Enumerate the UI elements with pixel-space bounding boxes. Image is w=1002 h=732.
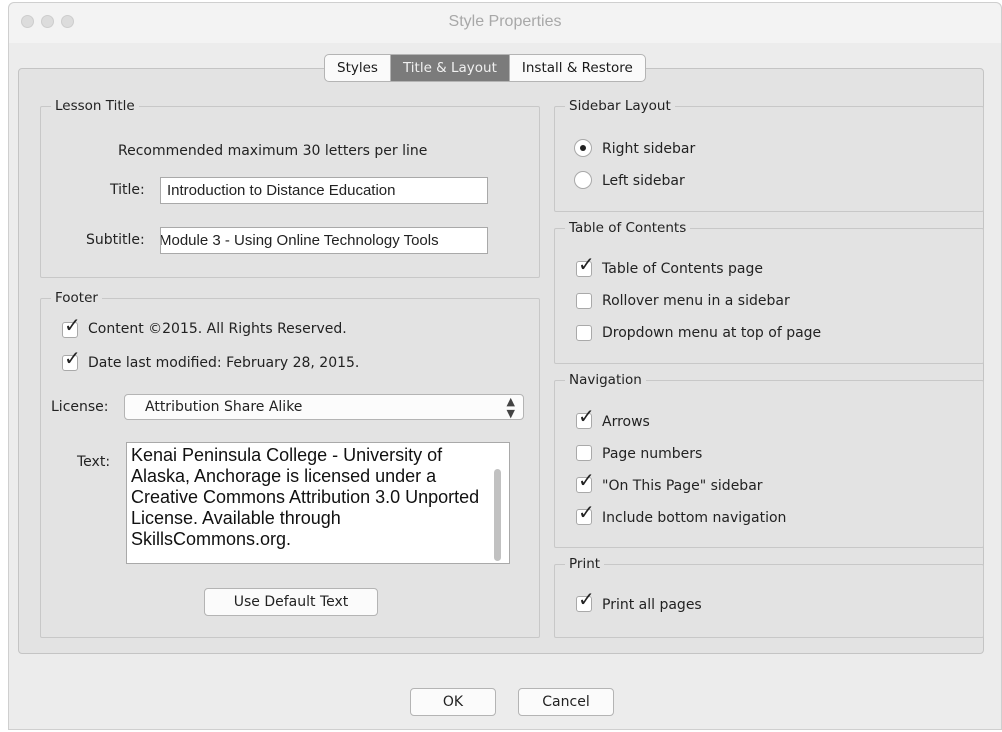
print-all-pages-label: Print all pages — [602, 597, 702, 613]
toc-group-label: Table of Contents — [565, 220, 691, 236]
title-label: Title: — [110, 182, 145, 198]
print-group-label: Print — [565, 556, 605, 572]
subtitle-label: Subtitle: — [86, 232, 145, 248]
footer-text-label: Text: — [77, 454, 111, 470]
right-sidebar-radio[interactable] — [574, 139, 592, 157]
page-numbers-checkbox[interactable] — [576, 445, 592, 461]
checkmark-icon: ✓ — [64, 313, 81, 337]
title-bar: Style Properties — [9, 3, 1001, 43]
page-numbers-label: Page numbers — [602, 446, 703, 462]
rollover-menu-label: Rollover menu in a sidebar — [602, 293, 790, 309]
right-sidebar-label: Right sidebar — [602, 141, 696, 157]
bottom-navigation-label: Include bottom navigation — [602, 510, 787, 526]
navigation-group-label: Navigation — [565, 372, 646, 388]
arrows-label: Arrows — [602, 414, 650, 430]
lesson-title-group-label: Lesson Title — [51, 98, 139, 114]
tab-install-restore[interactable]: Install & Restore — [510, 55, 645, 81]
on-this-page-label: "On This Page" sidebar — [602, 478, 763, 494]
date-modified-label: Date last modified: February 28, 2015. — [88, 355, 360, 371]
subtitle-field[interactable]: Module 3 - Using Online Technology Tools — [160, 227, 488, 254]
on-this-page-checkbox[interactable]: ✓ — [576, 470, 595, 493]
dropdown-menu-checkbox[interactable] — [576, 325, 592, 341]
footer-text-scrollbar[interactable] — [494, 469, 501, 561]
license-select-value: Attribution Share Alike — [145, 399, 303, 415]
rollover-menu-checkbox[interactable] — [576, 293, 592, 309]
cancel-button[interactable]: Cancel — [518, 688, 614, 716]
footer-text-content: Kenai Peninsula College - University of … — [131, 445, 480, 549]
tab-bar: Styles Title & Layout Install & Restore — [324, 54, 646, 82]
left-sidebar-radio[interactable] — [574, 171, 592, 189]
lesson-title-hint: Recommended maximum 30 letters per line — [118, 143, 428, 159]
checkmark-icon: ✓ — [578, 468, 595, 492]
footer-group-label: Footer — [51, 290, 102, 306]
content-copyright-label: Content ©2015. All Rights Reserved. — [88, 321, 347, 337]
checkmark-icon: ✓ — [578, 587, 595, 611]
tab-title-layout[interactable]: Title & Layout — [390, 55, 510, 81]
print-all-pages-checkbox[interactable]: ✓ — [576, 589, 595, 612]
dropdown-menu-label: Dropdown menu at top of page — [602, 325, 822, 341]
sidebar-layout-group: Sidebar Layout — [554, 98, 984, 212]
radio-selected-icon — [580, 145, 586, 151]
bottom-navigation-checkbox[interactable]: ✓ — [576, 502, 595, 525]
toc-page-checkbox[interactable]: ✓ — [576, 254, 595, 277]
tab-styles[interactable]: Styles — [325, 55, 391, 81]
footer-text-area[interactable]: Kenai Peninsula College - University of … — [126, 442, 510, 564]
content-copyright-checkbox[interactable]: ✓ — [62, 315, 81, 338]
checkmark-icon: ✓ — [578, 252, 595, 276]
use-default-text-button[interactable]: Use Default Text — [204, 588, 378, 616]
license-select[interactable]: Attribution Share Alike ▲ ▼ — [124, 394, 524, 420]
window-title: Style Properties — [448, 13, 562, 30]
sidebar-layout-group-label: Sidebar Layout — [565, 98, 675, 114]
arrows-checkbox[interactable]: ✓ — [576, 406, 595, 429]
title-field[interactable]: Introduction to Distance Education — [160, 177, 488, 204]
checkmark-icon: ✓ — [578, 404, 595, 428]
select-stepper-icon: ▲ ▼ — [506, 395, 515, 420]
ok-button[interactable]: OK — [410, 688, 496, 716]
checkmark-icon: ✓ — [578, 500, 595, 524]
toc-page-label: Table of Contents page — [602, 261, 763, 277]
checkmark-icon: ✓ — [64, 346, 81, 370]
license-label: License: — [51, 399, 109, 415]
left-sidebar-label: Left sidebar — [602, 173, 685, 189]
date-modified-checkbox[interactable]: ✓ — [62, 348, 81, 371]
